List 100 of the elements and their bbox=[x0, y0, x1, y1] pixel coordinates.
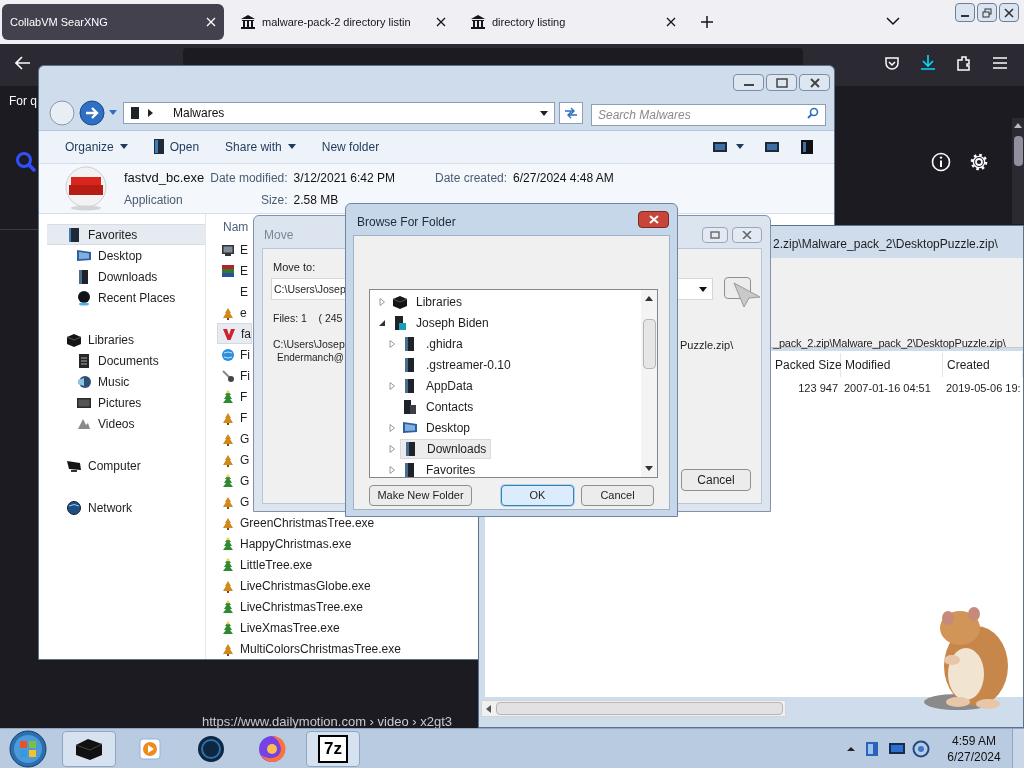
tree-item[interactable]: AppData bbox=[400, 375, 477, 396]
ok-button[interactable]: OK bbox=[501, 485, 574, 506]
folder-tree[interactable]: Libraries Joseph Biden .ghidra .gstreamer-0.10 AppData Contacts Desktop Downloads Favorites bbox=[369, 289, 658, 478]
tree-item[interactable]: .ghidra bbox=[400, 333, 467, 354]
search-icon[interactable] bbox=[15, 151, 37, 173]
toolbar-button[interactable]: Share with bbox=[217, 134, 304, 159]
expander-icon[interactable] bbox=[378, 318, 386, 327]
path-field[interactable]: _pack_2.zip\Malware_pack_2\DesktopPuzzle.zip\ bbox=[773, 335, 1006, 352]
file-row[interactable]: LittleTree.exe bbox=[217, 554, 313, 575]
clock[interactable]: 4:59 AM 6/27/2024 bbox=[944, 732, 1004, 765]
pocket-icon[interactable] bbox=[884, 55, 900, 71]
toolbar-button[interactable]: New folder bbox=[313, 134, 388, 159]
file-row[interactable]: LiveChristmasGlobe.exe bbox=[217, 575, 371, 596]
scrollbar-thumb[interactable] bbox=[642, 319, 656, 369]
nav-item[interactable]: Computer bbox=[47, 455, 205, 476]
file-row[interactable]: Fi bbox=[217, 365, 250, 386]
extensions-icon[interactable] bbox=[956, 55, 972, 71]
dropdown-icon[interactable] bbox=[699, 287, 707, 292]
scrollbar[interactable] bbox=[1012, 118, 1024, 224]
tree-item[interactable]: Joseph Biden bbox=[390, 312, 493, 333]
file-row[interactable]: HappyChristmas.exe bbox=[217, 533, 352, 554]
nav-item[interactable]: Downloads bbox=[47, 266, 205, 287]
tree-item[interactable]: Libraries bbox=[390, 291, 467, 312]
chevron-down-icon[interactable] bbox=[886, 16, 900, 26]
scrollbar-thumb[interactable] bbox=[1013, 136, 1023, 166]
address-field[interactable]: Malwares bbox=[123, 102, 555, 125]
nav-item[interactable]: Network bbox=[47, 497, 205, 518]
search-icon[interactable] bbox=[807, 107, 819, 120]
restore-button[interactable] bbox=[702, 227, 728, 243]
close-button[interactable] bbox=[638, 211, 669, 228]
nav-item[interactable]: Desktop bbox=[47, 245, 205, 266]
dropdown-icon[interactable] bbox=[540, 110, 548, 116]
nav-item[interactable]: Documents bbox=[47, 350, 205, 371]
file-row[interactable]: LiveXmasTree.exe bbox=[217, 617, 340, 638]
nav-item[interactable]: Pictures bbox=[47, 392, 205, 413]
forward-button[interactable] bbox=[79, 100, 105, 127]
back-icon[interactable] bbox=[15, 56, 31, 70]
tree-item[interactable]: Desktop bbox=[400, 417, 475, 438]
close-button[interactable] bbox=[732, 227, 762, 243]
restore-button[interactable] bbox=[977, 3, 997, 22]
new-tab-icon[interactable] bbox=[700, 15, 714, 29]
browser-tab[interactable]: CollabVM SearXNG bbox=[2, 4, 224, 40]
tray-icon[interactable] bbox=[864, 739, 880, 758]
nav-item[interactable]: Recent Places bbox=[47, 287, 205, 308]
scroll-down-icon[interactable] bbox=[645, 466, 653, 471]
dialog-button[interactable]: Make New Folder bbox=[369, 485, 472, 506]
scroll-up-icon[interactable] bbox=[1014, 122, 1022, 128]
info-icon[interactable] bbox=[931, 152, 951, 172]
file-row[interactable]: E bbox=[217, 239, 248, 260]
nav-item[interactable]: Videos bbox=[47, 413, 205, 434]
file-row[interactable]: G bbox=[217, 428, 250, 449]
column-header[interactable]: Created bbox=[943, 353, 1023, 377]
refresh-button[interactable] bbox=[559, 102, 583, 125]
close-button[interactable] bbox=[999, 3, 1019, 22]
close-button[interactable] bbox=[799, 74, 830, 91]
dialog-button[interactable]: Cancel bbox=[581, 485, 654, 506]
file-row[interactable]: E bbox=[217, 281, 248, 302]
file-row[interactable]: fa bbox=[217, 323, 252, 344]
tree-item[interactable]: Contacts bbox=[400, 396, 478, 417]
settings-icon[interactable] bbox=[969, 152, 989, 172]
file-row[interactable]: F bbox=[217, 386, 248, 407]
view-icon[interactable] bbox=[712, 139, 728, 154]
chevron-up-icon[interactable] bbox=[846, 745, 856, 752]
start-button[interactable] bbox=[7, 728, 49, 768]
scroll-up-icon[interactable] bbox=[645, 296, 653, 301]
file-row[interactable]: MultiColorsChristmasTree.exe bbox=[217, 638, 401, 659]
tree-item[interactable]: Favorites bbox=[400, 459, 480, 477]
nav-item[interactable]: Favorites bbox=[47, 224, 205, 245]
close-icon[interactable] bbox=[436, 17, 446, 27]
tree-item[interactable]: .gstreamer-0.10 bbox=[400, 354, 515, 375]
browser-tab[interactable]: directory listing bbox=[462, 4, 684, 40]
cancel-button[interactable]: Cancel bbox=[681, 469, 751, 491]
file-row[interactable]: F bbox=[217, 407, 248, 428]
close-icon[interactable] bbox=[666, 17, 676, 27]
nav-item[interactable]: Music bbox=[47, 371, 205, 392]
file-row[interactable]: G bbox=[217, 470, 250, 491]
nav-item[interactable]: Libraries bbox=[47, 329, 205, 350]
restore-button[interactable] bbox=[766, 74, 797, 91]
taskbar-button[interactable]: 7z bbox=[306, 730, 360, 767]
download-icon[interactable] bbox=[920, 54, 936, 71]
monitor-icon[interactable] bbox=[888, 741, 906, 756]
toolbar-button[interactable]: Open bbox=[145, 134, 208, 159]
file-row[interactable]: LiveChristmasTree.exe bbox=[217, 596, 363, 617]
file-row[interactable]: E bbox=[217, 260, 248, 281]
horizontal-scrollbar[interactable] bbox=[481, 700, 786, 717]
toolbar-button[interactable]: Organize bbox=[57, 134, 136, 159]
file-row[interactable]: GreenChristmasTree.exe bbox=[217, 512, 375, 533]
network-icon[interactable] bbox=[912, 739, 930, 758]
help-icon[interactable] bbox=[800, 138, 814, 155]
column-header[interactable]: Modified bbox=[841, 353, 943, 377]
browser-tab[interactable]: malware-pack-2 directory listin bbox=[232, 4, 454, 40]
file-row[interactable]: e bbox=[217, 302, 247, 323]
search-field[interactable]: Search Malwares bbox=[591, 104, 826, 127]
path-field[interactable]: C:\Users\Josep bbox=[274, 282, 346, 298]
file-row[interactable]: G bbox=[217, 491, 250, 512]
link[interactable]: https://www.dailymotion.com › video › x2gt3 bbox=[202, 712, 452, 732]
tree-item[interactable]: Downloads bbox=[400, 438, 492, 459]
file-row[interactable]: G bbox=[217, 449, 250, 470]
taskbar-button[interactable] bbox=[62, 730, 116, 767]
caret-icon[interactable] bbox=[736, 144, 744, 150]
